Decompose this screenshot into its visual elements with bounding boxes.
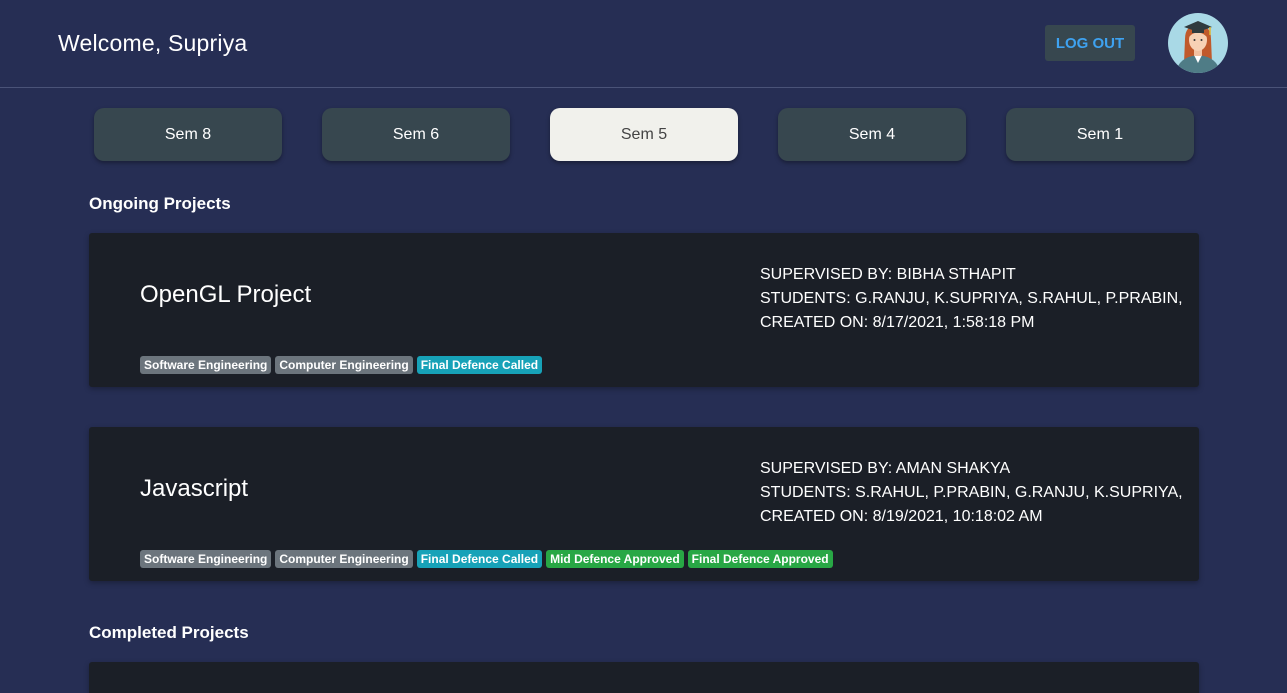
project-card-opengl[interactable]: OpenGL Project SUPERVISED BY: BIBHA STHA… <box>89 233 1199 387</box>
tab-sem-1[interactable]: Sem 1 <box>1006 108 1194 161</box>
project-meta: SUPERVISED BY: BIBHA STHAPIT STUDENTS: G… <box>760 263 1183 335</box>
project-badges: Software Engineering Computer Engineerin… <box>140 356 543 374</box>
created-text: CREATED ON: 8/17/2021, 1:58:18 PM <box>760 314 1035 331</box>
badge-software-engineering: Software Engineering <box>140 550 272 568</box>
supervisor-text: SUPERVISED BY: AMAN SHAKYA <box>760 460 1011 477</box>
tab-sem-4[interactable]: Sem 4 <box>778 108 966 161</box>
badge-final-defence-called: Final Defence Called <box>416 550 543 568</box>
ongoing-projects-heading: Ongoing Projects <box>89 194 231 213</box>
badge-computer-engineering: Computer Engineering <box>275 550 413 568</box>
tab-sem-8[interactable]: Sem 8 <box>94 108 282 161</box>
student-graduate-avatar-icon[interactable] <box>1168 13 1228 73</box>
semester-tabs: Sem 8 Sem 6 Sem 5 Sem 4 Sem 1 <box>0 108 1287 162</box>
tab-sem-6[interactable]: Sem 6 <box>322 108 510 161</box>
project-badges: Software Engineering Computer Engineerin… <box>140 550 833 568</box>
project-card-javascript[interactable]: Javascript SUPERVISED BY: AMAN SHAKYA ST… <box>89 427 1199 581</box>
project-title: OpenGL Project <box>140 281 312 308</box>
students-text: STUDENTS: S.RAHUL, P.PRABIN, G.RANJU, K.… <box>760 484 1183 501</box>
badge-software-engineering: Software Engineering <box>140 356 272 374</box>
badge-final-defence-approved: Final Defence Approved <box>687 550 833 568</box>
badge-mid-defence-approved: Mid Defence Approved <box>546 550 684 568</box>
project-title: Javascript <box>140 475 249 502</box>
completed-projects-heading: Completed Projects <box>89 623 249 642</box>
badge-computer-engineering: Computer Engineering <box>275 356 413 374</box>
logout-button[interactable]: LOG OUT <box>1045 25 1135 61</box>
tab-sem-5[interactable]: Sem 5 <box>550 108 738 161</box>
completed-project-card[interactable] <box>89 662 1199 693</box>
welcome-text: Welcome, Supriya <box>58 30 248 56</box>
students-text: STUDENTS: G.RANJU, K.SUPRIYA, S.RAHUL, P… <box>760 290 1183 307</box>
badge-final-defence-called: Final Defence Called <box>416 356 543 374</box>
created-text: CREATED ON: 8/19/2021, 10:18:02 AM <box>760 508 1043 525</box>
project-meta: SUPERVISED BY: AMAN SHAKYA STUDENTS: S.R… <box>760 457 1183 529</box>
top-header: Welcome, Supriya LOG OUT <box>0 0 1287 88</box>
supervisor-text: SUPERVISED BY: BIBHA STHAPIT <box>760 266 1016 283</box>
